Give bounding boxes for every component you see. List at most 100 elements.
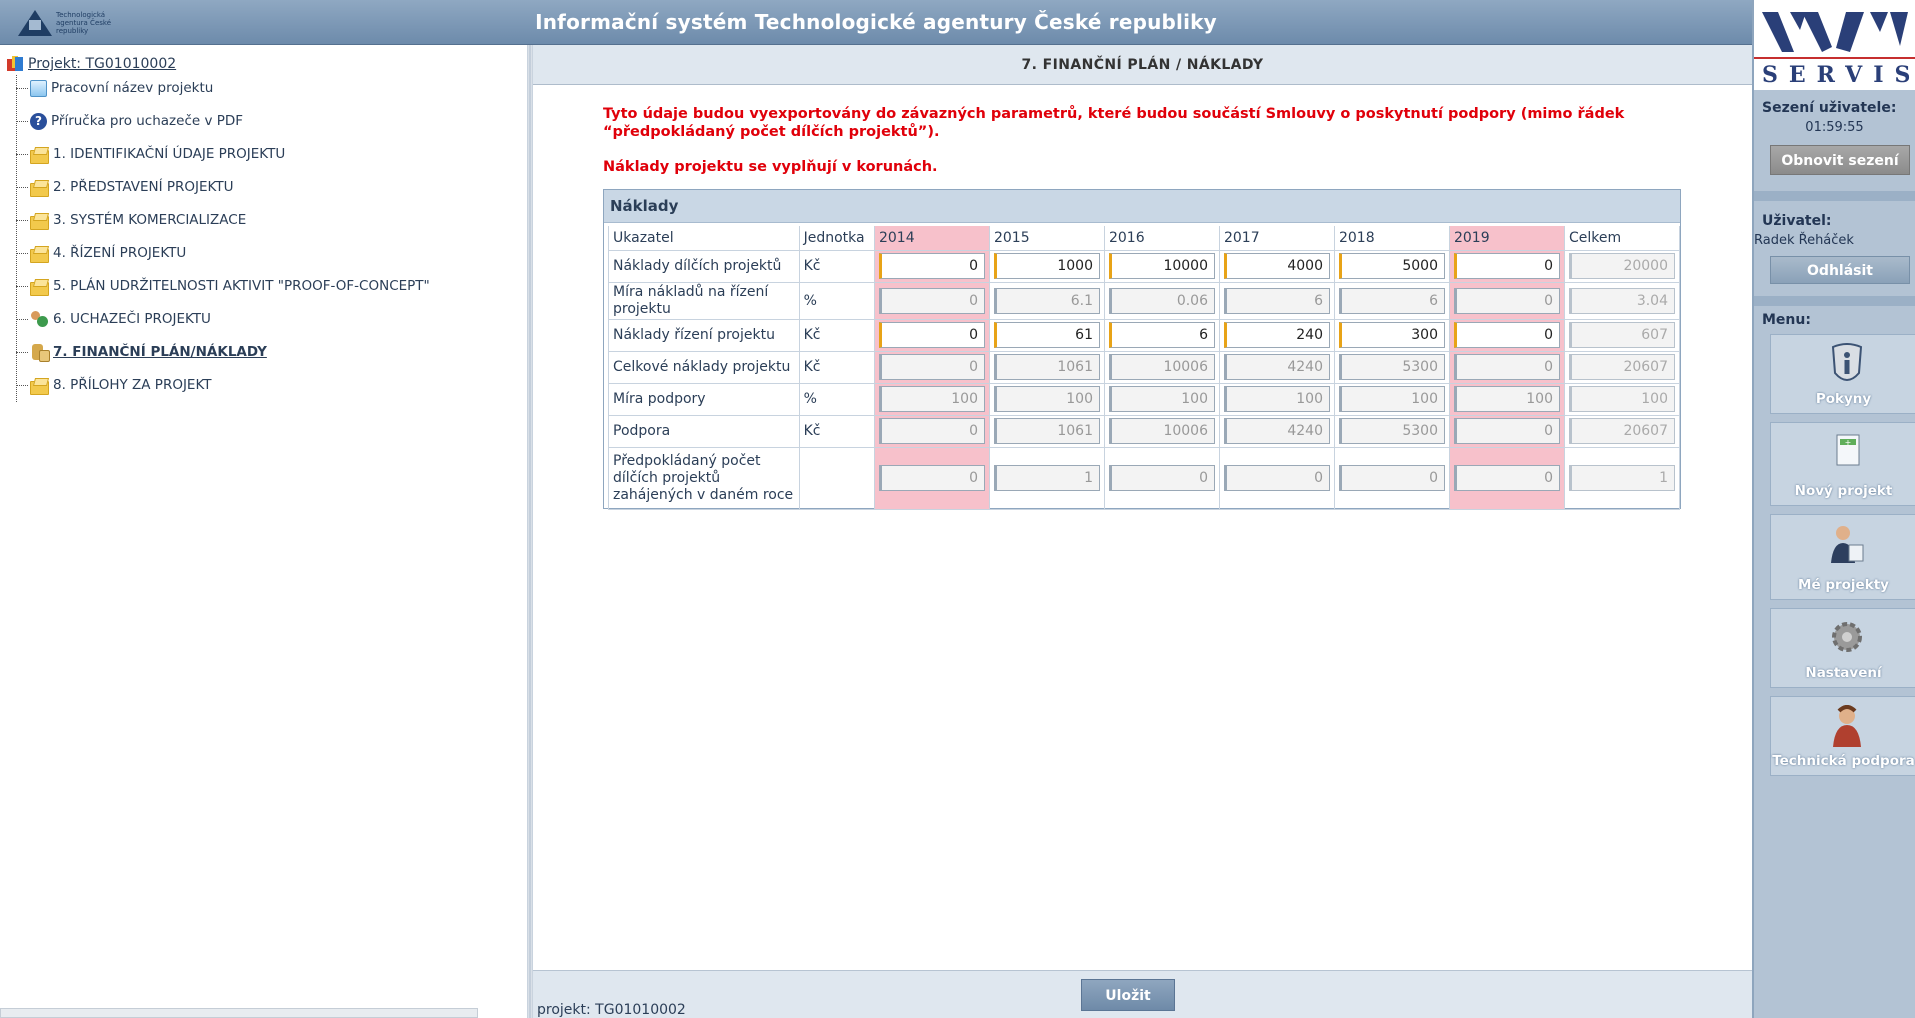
project-cube-icon	[6, 55, 24, 73]
value-input[interactable]: 0	[878, 322, 985, 348]
tree-item-pdf-guide[interactable]: ? Příručka pro uchazeče v PDF	[16, 111, 243, 131]
tree-item-sustainability[interactable]: 5. PLÁN UDRŽITELNOSTI AKTIVIT "PROOF-OF-…	[16, 276, 430, 296]
value-readonly: 0	[878, 418, 985, 444]
tree-item-attachments[interactable]: 8. PŘÍLOHY ZA PROJEKT	[16, 375, 212, 395]
row-unit: %	[798, 281, 875, 320]
value-readonly: 0	[1453, 418, 1560, 444]
menu-button-new-project[interactable]: + Nový projekt	[1770, 422, 1915, 506]
row-label: Celkové náklady projektu	[608, 350, 800, 384]
value-input[interactable]: 240	[1223, 322, 1330, 348]
row-unit: Kč	[798, 414, 875, 448]
value-input[interactable]: 5000	[1338, 253, 1445, 279]
value-readonly: 100	[1453, 386, 1560, 412]
tree-item-label[interactable]: 5. PLÁN UDRŽITELNOSTI AKTIVIT "PROOF-OF-…	[53, 278, 430, 294]
gear-icon	[1832, 622, 1862, 652]
panel-title: Náklady	[604, 190, 1680, 223]
project-tree: Projekt: TG01010002 Pracovní název proje…	[0, 45, 528, 1018]
value-input[interactable]: 6	[1108, 322, 1215, 348]
value-readonly: 4240	[1223, 418, 1330, 444]
main-content: 7. FINANČNÍ PLÁN / NÁKLADY Tyto údaje bu…	[533, 45, 1752, 1018]
tree-item-label[interactable]: 7. FINANČNÍ PLÁN/NÁKLADY	[53, 344, 267, 360]
menu-button-support[interactable]: Technická podpora	[1770, 696, 1915, 776]
value-input[interactable]: 61	[993, 322, 1100, 348]
tree-item-label[interactable]: 1. IDENTIFIKAČNÍ ÚDAJE PROJEKTU	[53, 146, 285, 162]
value-readonly: 1061	[993, 354, 1100, 380]
tree-root-project[interactable]: Projekt: TG01010002	[6, 55, 176, 73]
value-readonly: 0	[1453, 354, 1560, 380]
row-total: 1	[1568, 465, 1675, 491]
row-label: Míra nákladů na řízení projektu	[608, 281, 800, 320]
app-title: Informační systém Technologické agentury…	[535, 10, 1217, 34]
row-total: 20607	[1568, 418, 1675, 444]
value-input[interactable]: 300	[1338, 322, 1445, 348]
value-readonly: 0	[1338, 465, 1445, 491]
tree-item-label[interactable]: 2. PŘEDSTAVENÍ PROJEKTU	[53, 179, 233, 195]
document-icon	[30, 79, 47, 97]
menu-button-instructions[interactable]: Pokyny	[1770, 334, 1915, 414]
costs-table: Ukazatel Jednotka 2014 2015 2016 2017 20…	[608, 226, 1681, 510]
tree-item-label[interactable]: 6. UCHAZEČI PROJEKTU	[53, 311, 211, 327]
session-label: Sezení uživatele:	[1762, 100, 1897, 116]
session-section: Sezení uživatele: 01:59:55	[1754, 90, 1915, 141]
logout-button[interactable]: Odhlásit	[1770, 256, 1910, 284]
value-readonly: 0	[1453, 465, 1560, 491]
row-label: Předpokládaný počet dílčích projektů zah…	[608, 446, 800, 510]
value-readonly: 4240	[1223, 354, 1330, 380]
folder-icon	[30, 180, 49, 197]
tree-item-label[interactable]: 3. SYSTÉM KOMERCIALIZACE	[53, 212, 246, 228]
support-agent-icon	[1833, 705, 1861, 747]
footer-bar: projekt: TG01010002 Uložit	[533, 970, 1752, 1018]
row-unit: Kč	[798, 249, 875, 283]
tree-item-label[interactable]: 8. PŘÍLOHY ZA PROJEKT	[53, 377, 212, 393]
value-readonly: 0.06	[1108, 287, 1215, 314]
tree-item-financial-plan[interactable]: 7. FINANČNÍ PLÁN/NÁKLADY	[16, 342, 267, 362]
row-unit: Kč	[798, 350, 875, 384]
value-input[interactable]: 4000	[1223, 253, 1330, 279]
table-row: Náklady dílčích projektů Kč 0 1000 10000 4000…	[608, 249, 1681, 283]
menu-label: Nový projekt	[1794, 483, 1893, 499]
tree-item-applicants[interactable]: 6. UCHAZEČI PROJEKTU	[16, 309, 211, 329]
tree-item-presentation[interactable]: 2. PŘEDSTAVENÍ PROJEKTU	[16, 177, 233, 197]
column-header: Jednotka	[798, 226, 875, 251]
tree-item-working-title[interactable]: Pracovní název projektu	[16, 78, 213, 98]
tree-item-identification[interactable]: 1. IDENTIFIKAČNÍ ÚDAJE PROJEKTU	[16, 144, 285, 164]
tree-item-commercialization[interactable]: 3. SYSTÉM KOMERCIALIZACE	[16, 210, 246, 230]
horizontal-scrollbar[interactable]	[0, 1008, 478, 1018]
value-input[interactable]: 0	[1453, 253, 1560, 279]
value-readonly: 0	[878, 287, 985, 314]
currency-notice: Náklady projektu se vyplňují v korunách.	[603, 159, 938, 175]
value-input[interactable]: 10000	[1108, 253, 1215, 279]
svg-text:+: +	[1845, 438, 1852, 447]
tree-root-label[interactable]: Projekt: TG01010002	[28, 56, 176, 72]
table-row: Náklady řízení projektu Kč 0 61 6 240 300 0 607	[608, 318, 1681, 352]
value-readonly: 5300	[1338, 418, 1445, 444]
value-input[interactable]: 1000	[993, 253, 1100, 279]
menu-button-my-projects[interactable]: Mé projekty	[1770, 514, 1915, 600]
row-total: 3.04	[1568, 287, 1675, 314]
costs-panel: Náklady Ukazatel Jednotka 2014 2015 2016…	[603, 189, 1681, 510]
tree-item-label[interactable]: 4. ŘÍZENÍ PROJEKTU	[53, 245, 186, 261]
value-input[interactable]: 0	[1453, 322, 1560, 348]
tree-item-management[interactable]: 4. ŘÍZENÍ PROJEKTU	[16, 243, 186, 263]
column-header: 2016	[1103, 226, 1220, 251]
column-header: Ukazatel	[608, 226, 800, 251]
value-readonly: 100	[1223, 386, 1330, 412]
export-notice: Tyto údaje budou vyexportovány do závazn…	[603, 106, 1625, 140]
folder-icon	[30, 147, 49, 164]
value-readonly: 10006	[1108, 418, 1215, 444]
value-readonly: 100	[993, 386, 1100, 412]
folder-icon	[30, 246, 49, 263]
row-total: 20607	[1568, 354, 1675, 380]
save-button[interactable]: Uložit	[1081, 979, 1175, 1011]
row-label: Míra podpory	[608, 382, 800, 416]
value-input[interactable]: 0	[878, 253, 985, 279]
menu-label: Pokyny	[1815, 391, 1872, 407]
row-unit: %	[798, 382, 875, 416]
menu-button-settings[interactable]: Nastavení	[1770, 608, 1915, 688]
refresh-session-button[interactable]: Obnovit sezení	[1770, 145, 1910, 175]
row-unit: Kč	[798, 318, 875, 352]
tree-item-label[interactable]: Pracovní název projektu	[51, 80, 213, 96]
menu-label: Technická podpora	[1772, 753, 1915, 769]
menu-label: Mé projekty	[1798, 577, 1889, 593]
tree-item-label[interactable]: Příručka pro uchazeče v PDF	[51, 113, 243, 129]
